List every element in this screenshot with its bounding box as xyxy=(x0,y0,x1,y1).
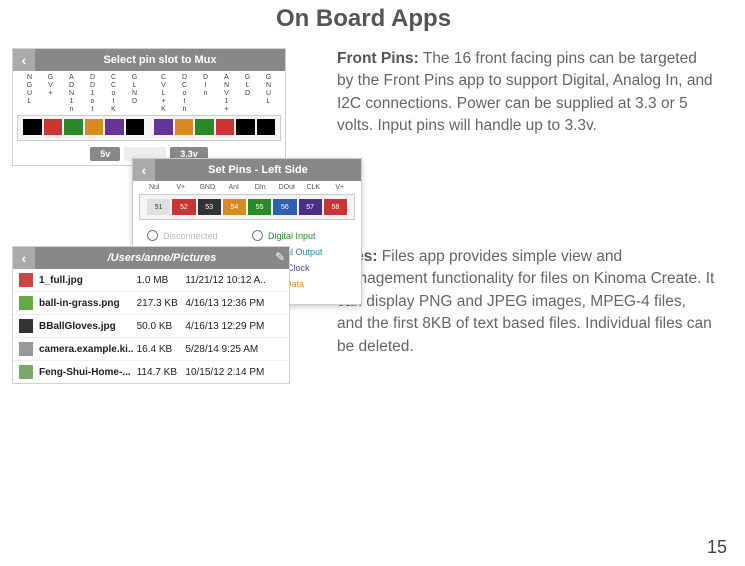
side-col-label: Nul xyxy=(141,184,168,191)
file-size: 1.0 MB xyxy=(137,275,186,286)
file-size: 16.4 KB xyxy=(137,344,186,355)
side-pin[interactable]: 52 xyxy=(172,199,195,215)
legend-item[interactable]: Disconnected xyxy=(147,230,246,241)
side-col-label: AnI xyxy=(221,184,248,191)
file-row[interactable]: camera.example.ki..16.4 KB5/28/14 9:25 A… xyxy=(13,338,289,361)
side-col-label: V+ xyxy=(168,184,195,191)
side-title: Set Pins - Left Side xyxy=(155,164,361,176)
side-col-label: DOut xyxy=(274,184,301,191)
file-size: 217.3 KB xyxy=(137,298,186,309)
pin-label: CVL+K xyxy=(153,74,174,114)
back-icon[interactable]: ‹ xyxy=(13,247,35,269)
side-pin[interactable]: 55 xyxy=(248,199,271,215)
back-icon[interactable]: ‹ xyxy=(133,159,155,181)
radio-icon xyxy=(147,230,158,241)
file-size: 50.0 KB xyxy=(137,321,186,332)
files-widget: ‹ /Users/anne/Pictures ✎ 1_full.jpg1.0 M… xyxy=(12,246,290,384)
pin-label: GNUL xyxy=(258,74,279,114)
pin-label: GLD xyxy=(237,74,258,114)
legend-label: Disconnected xyxy=(163,231,218,241)
file-date: 11/21/12 10:12 A.. xyxy=(185,275,283,286)
pin-slot[interactable] xyxy=(216,119,235,135)
file-thumb-icon xyxy=(19,296,33,310)
file-row[interactable]: Feng-Shui-Home-...114.7 KB10/15/12 2:14 … xyxy=(13,361,289,383)
pin-slot[interactable] xyxy=(105,119,124,135)
pin-label: NGUL xyxy=(19,74,40,114)
v5-button[interactable]: 5v xyxy=(90,147,120,161)
file-row[interactable]: 1_full.jpg1.0 MB11/21/12 10:12 A.. xyxy=(13,269,289,292)
pin-label: GLND xyxy=(124,74,145,114)
file-row[interactable]: ball-in-grass.png217.3 KB4/16/13 12:36 P… xyxy=(13,292,289,315)
file-date: 4/16/13 12:36 PM xyxy=(185,298,283,309)
file-date: 5/28/14 9:25 AM xyxy=(185,344,283,355)
edit-icon[interactable]: ✎ xyxy=(275,250,285,264)
file-thumb-icon xyxy=(19,319,33,333)
files-titlebar: ‹ /Users/anne/Pictures ✎ xyxy=(13,247,289,269)
file-name: 1_full.jpg xyxy=(39,275,137,286)
pin-slot[interactable] xyxy=(23,119,42,135)
side-pin[interactable]: 57 xyxy=(299,199,322,215)
file-thumb-icon xyxy=(19,365,33,379)
pin-label: ANV1+ xyxy=(216,74,237,114)
radio-icon xyxy=(252,230,263,241)
legend-row: Disconnected Digital Input xyxy=(147,230,351,241)
side-col-label: V+ xyxy=(327,184,354,191)
side-col-label: GND xyxy=(194,184,221,191)
page-title: On Board Apps xyxy=(12,5,715,33)
pin-slot[interactable] xyxy=(126,119,145,135)
file-row[interactable]: BBallGloves.jpg50.0 KB4/16/13 12:29 PM xyxy=(13,315,289,338)
file-size: 114.7 KB xyxy=(137,367,186,378)
file-name: ball-in-grass.png xyxy=(39,298,137,309)
legend-item[interactable]: Digital Input xyxy=(252,230,351,241)
file-thumb-icon xyxy=(19,342,33,356)
pin-slot[interactable] xyxy=(64,119,83,135)
mux-titlebar: ‹ Select pin slot to Mux xyxy=(13,49,285,71)
side-pin[interactable]: 56 xyxy=(273,199,296,215)
file-list: 1_full.jpg1.0 MB11/21/12 10:12 A..ball-i… xyxy=(13,269,289,383)
side-pin[interactable]: 53 xyxy=(198,199,221,215)
files-path: /Users/anne/Pictures xyxy=(35,252,289,264)
pin-slot[interactable] xyxy=(154,119,173,135)
side-pin[interactable]: 51 xyxy=(147,199,170,215)
mux-widget: ‹ Select pin slot to Mux NGULGV+ADN1nDD1… xyxy=(12,48,286,166)
mux-pins xyxy=(17,115,281,141)
pin-label: CCotK xyxy=(103,74,124,114)
mux-labels: NGULGV+ADN1nDD1otCCotKGLND CVL+KDCotnDInA… xyxy=(13,71,285,115)
file-name: BBallGloves.jpg xyxy=(39,321,137,332)
side-pins: 5152535455565758 xyxy=(139,194,355,220)
front-pins-widget-area: ‹ Select pin slot to Mux NGULGV+ADN1nDD1… xyxy=(12,48,312,166)
side-titlebar: ‹ Set Pins - Left Side xyxy=(133,159,361,181)
page-number: 15 xyxy=(707,537,727,558)
side-pin[interactable]: 54 xyxy=(223,199,246,215)
side-col-label: CLK xyxy=(300,184,327,191)
pin-slot[interactable] xyxy=(85,119,104,135)
file-date: 10/15/12 2:14 PM xyxy=(185,367,283,378)
pin-label: DIn xyxy=(195,74,216,114)
pin-slot[interactable] xyxy=(257,119,276,135)
mux-title: Select pin slot to Mux xyxy=(35,54,285,66)
pin-label: DD1ot xyxy=(82,74,103,114)
file-name: camera.example.ki.. xyxy=(39,344,137,355)
side-pin[interactable]: 58 xyxy=(324,199,347,215)
front-pins-heading: Front Pins: xyxy=(337,50,419,67)
pin-label: ADN1n xyxy=(61,74,82,114)
file-date: 4/16/13 12:29 PM xyxy=(185,321,283,332)
file-thumb-icon xyxy=(19,273,33,287)
files-text: Files: Files app provides simple view an… xyxy=(337,246,715,384)
pin-slot[interactable] xyxy=(236,119,255,135)
side-col-labels: NulV+GNDAnIDInDOutCLKV+ xyxy=(133,181,361,192)
file-name: Feng-Shui-Home-... xyxy=(39,367,137,378)
pin-label: DCotn xyxy=(174,74,195,114)
back-icon[interactable]: ‹ xyxy=(13,49,35,71)
legend-label: Digital Input xyxy=(268,231,316,241)
pin-slot[interactable] xyxy=(175,119,194,135)
front-pins-text: Front Pins: The 16 front facing pins can… xyxy=(337,48,715,166)
pin-slot[interactable] xyxy=(44,119,63,135)
pin-label: GV+ xyxy=(40,74,61,114)
files-body: Files app provides simple view and manag… xyxy=(337,248,714,355)
side-col-label: DIn xyxy=(247,184,274,191)
pin-slot[interactable] xyxy=(195,119,214,135)
